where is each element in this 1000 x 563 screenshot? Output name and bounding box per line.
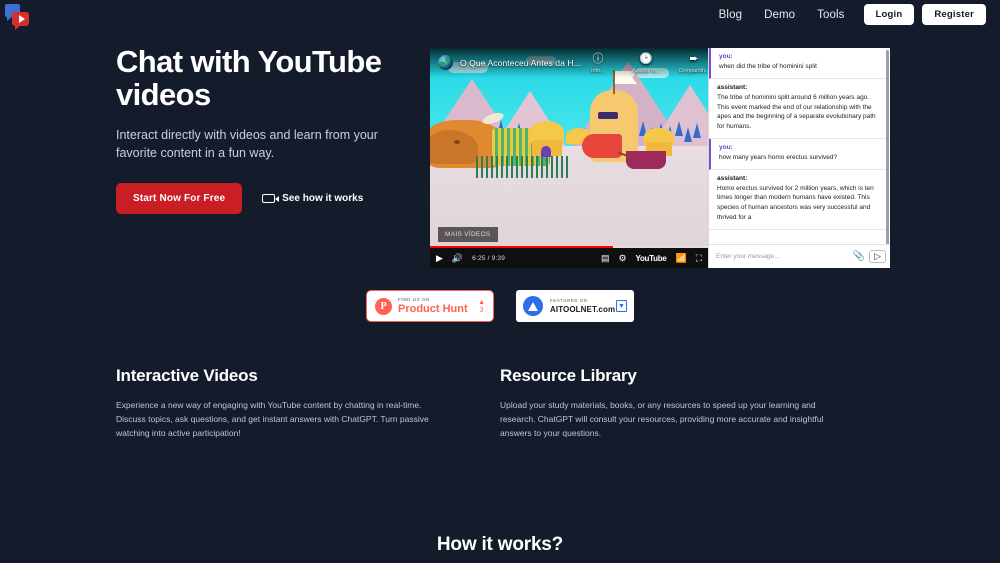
chat-message-assistant: assistant: Homo erectus survived for 2 m… bbox=[709, 170, 890, 230]
player-controls: ▶ 🔊 6:25 / 9:39 ▤ ⚙ YouTube 📶 ⛶ bbox=[430, 248, 708, 268]
triangle-up-icon: ▲ bbox=[478, 298, 485, 306]
feature-resource-library: Resource Library Upload your study mater… bbox=[500, 366, 884, 440]
aitoolnet-text: FEATURED ON AITOOLNET.com bbox=[550, 298, 616, 314]
register-button[interactable]: Register bbox=[922, 4, 986, 25]
chat-youtube-logo[interactable] bbox=[5, 4, 31, 30]
message-text: Homo erectus survived for 2 million year… bbox=[717, 184, 874, 221]
video-action-info-label: Info... bbox=[591, 68, 605, 74]
message-text: how many years homo erectus survived? bbox=[719, 153, 838, 161]
chat-panel: you: when did the tribe of hominini spli… bbox=[708, 48, 890, 268]
character-eye bbox=[598, 112, 618, 119]
product-hunt-badge[interactable]: P FIND US ON Product Hunt ▲ 3 bbox=[366, 290, 494, 322]
message-input[interactable]: Enter your message... bbox=[716, 253, 849, 260]
start-now-button[interactable]: Start Now For Free bbox=[116, 182, 243, 214]
hero-title-line2: videos bbox=[116, 76, 211, 112]
hero-subtitle: Interact directly with videos and learn … bbox=[116, 128, 378, 160]
cow-eye bbox=[454, 140, 460, 144]
aitoolnet-eyebrow: FEATURED ON bbox=[550, 298, 588, 303]
feature-interactive-videos: Interactive Videos Experience a new way … bbox=[116, 366, 500, 440]
share-icon: ➨ bbox=[689, 53, 699, 65]
message-author: assistant: bbox=[717, 174, 748, 182]
player-controls-right: ▤ ⚙ YouTube 📶 ⛶ bbox=[601, 253, 702, 263]
aitoolnet-badge[interactable]: FEATURED ON AITOOLNET.com ▼ bbox=[516, 290, 634, 322]
hut-door bbox=[541, 146, 551, 157]
video-action-watch-later[interactable]: 🕑 Assistir m... bbox=[629, 53, 663, 75]
product-hunt-upvote[interactable]: ▲ 3 bbox=[478, 299, 485, 314]
youtube-title-bar: O Que Aconteceu Antes da H... ⓘ Info... … bbox=[430, 48, 708, 78]
nav-item-tools[interactable]: Tools bbox=[806, 5, 855, 25]
app-preview: O Que Aconteceu Antes da H... ⓘ Info... … bbox=[430, 48, 890, 268]
chat-composer: Enter your message... 📎 ▷ bbox=[709, 244, 890, 268]
hero-title-line1: Chat with YouTube bbox=[116, 44, 382, 79]
chat-message-user: you: how many years homo erectus survive… bbox=[709, 138, 890, 170]
message-text: when did the tribe of hominini split bbox=[719, 63, 817, 70]
logo-red-bubble bbox=[12, 12, 29, 30]
video-action-info[interactable]: ⓘ Info... bbox=[581, 53, 615, 75]
grass-row bbox=[476, 156, 568, 178]
bookmark-icon[interactable]: ▼ bbox=[616, 300, 627, 312]
product-hunt-name: Product Hunt bbox=[398, 302, 468, 315]
channel-avatar[interactable] bbox=[438, 55, 453, 70]
play-icon bbox=[18, 15, 25, 23]
settings-icon[interactable]: ⚙ bbox=[618, 253, 626, 263]
hero-cta-group: Start Now For Free See how it works bbox=[116, 182, 416, 214]
feature-title: Interactive Videos bbox=[116, 366, 258, 385]
page-title: Chat with YouTube videos bbox=[116, 44, 416, 112]
message-author: you: bbox=[719, 53, 733, 60]
character-cloth bbox=[582, 134, 622, 158]
product-hunt-text: FIND US ON Product Hunt bbox=[398, 297, 478, 315]
info-icon: ⓘ bbox=[592, 53, 604, 65]
hero-section: Chat with YouTube videos Interact direct… bbox=[116, 44, 416, 214]
feature-body: Upload your study materials, books, or a… bbox=[500, 400, 824, 439]
video-camera-icon bbox=[262, 193, 280, 203]
video-player[interactable]: O Que Aconteceu Antes da H... ⓘ Info... … bbox=[430, 48, 708, 268]
play-icon[interactable]: ▶ bbox=[436, 253, 443, 263]
chat-message-assistant: assistant: The tribe of hominini split a… bbox=[709, 79, 890, 139]
login-button[interactable]: Login bbox=[863, 4, 915, 25]
cart-body bbox=[626, 151, 666, 169]
volume-icon[interactable]: 🔊 bbox=[452, 253, 463, 263]
upvote-count: 3 bbox=[479, 306, 484, 314]
chat-messages: you: when did the tribe of hominini spli… bbox=[709, 48, 890, 244]
video-title: O Que Aconteceu Antes da H... bbox=[460, 58, 582, 68]
badge-row: P FIND US ON Product Hunt ▲ 3 FEATURED O… bbox=[0, 290, 1000, 322]
send-icon[interactable]: ▷ bbox=[869, 250, 886, 263]
message-text: The tribe of hominini split around 6 mil… bbox=[717, 93, 876, 130]
video-actions: ⓘ Info... 🕑 Assistir m... ➨ Compartilh..… bbox=[581, 53, 708, 75]
product-hunt-eyebrow: FIND US ON bbox=[398, 296, 431, 302]
nav-item-demo[interactable]: Demo bbox=[753, 5, 806, 25]
message-author: you: bbox=[719, 143, 733, 151]
feature-title: Resource Library bbox=[500, 366, 637, 385]
fullscreen-icon[interactable]: ⛶ bbox=[696, 253, 702, 263]
product-hunt-icon: P bbox=[375, 297, 392, 315]
nav-item-blog[interactable]: Blog bbox=[708, 5, 753, 25]
youtube-wordmark: YouTube bbox=[635, 253, 667, 263]
cast-icon[interactable]: 📶 bbox=[675, 253, 686, 263]
video-action-share[interactable]: ➨ Compartilh... bbox=[677, 53, 708, 75]
chat-scrollbar[interactable] bbox=[886, 50, 889, 244]
message-author: assistant: bbox=[717, 83, 748, 91]
more-videos-label[interactable]: MAIS VÍDEOS bbox=[438, 227, 498, 242]
main-nav: Blog Demo Tools Login Register bbox=[708, 4, 986, 25]
how-it-works-title: How it works? bbox=[436, 534, 564, 555]
time-display: 6:25 / 9:39 bbox=[472, 254, 506, 262]
aitoolnet-triangle-icon bbox=[523, 296, 543, 316]
aitoolnet-name: AITOOLNET.com bbox=[550, 305, 616, 314]
see-how-it-works-label: See how it works bbox=[282, 192, 364, 204]
chat-message-user: you: when did the tribe of hominini spli… bbox=[709, 48, 890, 79]
paperclip-icon[interactable]: 📎 bbox=[853, 251, 865, 262]
features-section: Interactive Videos Experience a new way … bbox=[116, 366, 884, 440]
video-action-share-label: Compartilh... bbox=[678, 68, 708, 74]
video-action-watch-later-label: Assistir m... bbox=[631, 68, 661, 74]
feature-body: Experience a new way of engaging with Yo… bbox=[116, 400, 429, 439]
site-header: Blog Demo Tools Login Register bbox=[0, 0, 1000, 30]
see-how-it-works-link[interactable]: See how it works bbox=[262, 193, 363, 204]
watch-later-icon: 🕑 bbox=[639, 53, 653, 65]
subtitles-icon[interactable]: ▤ bbox=[601, 253, 610, 263]
